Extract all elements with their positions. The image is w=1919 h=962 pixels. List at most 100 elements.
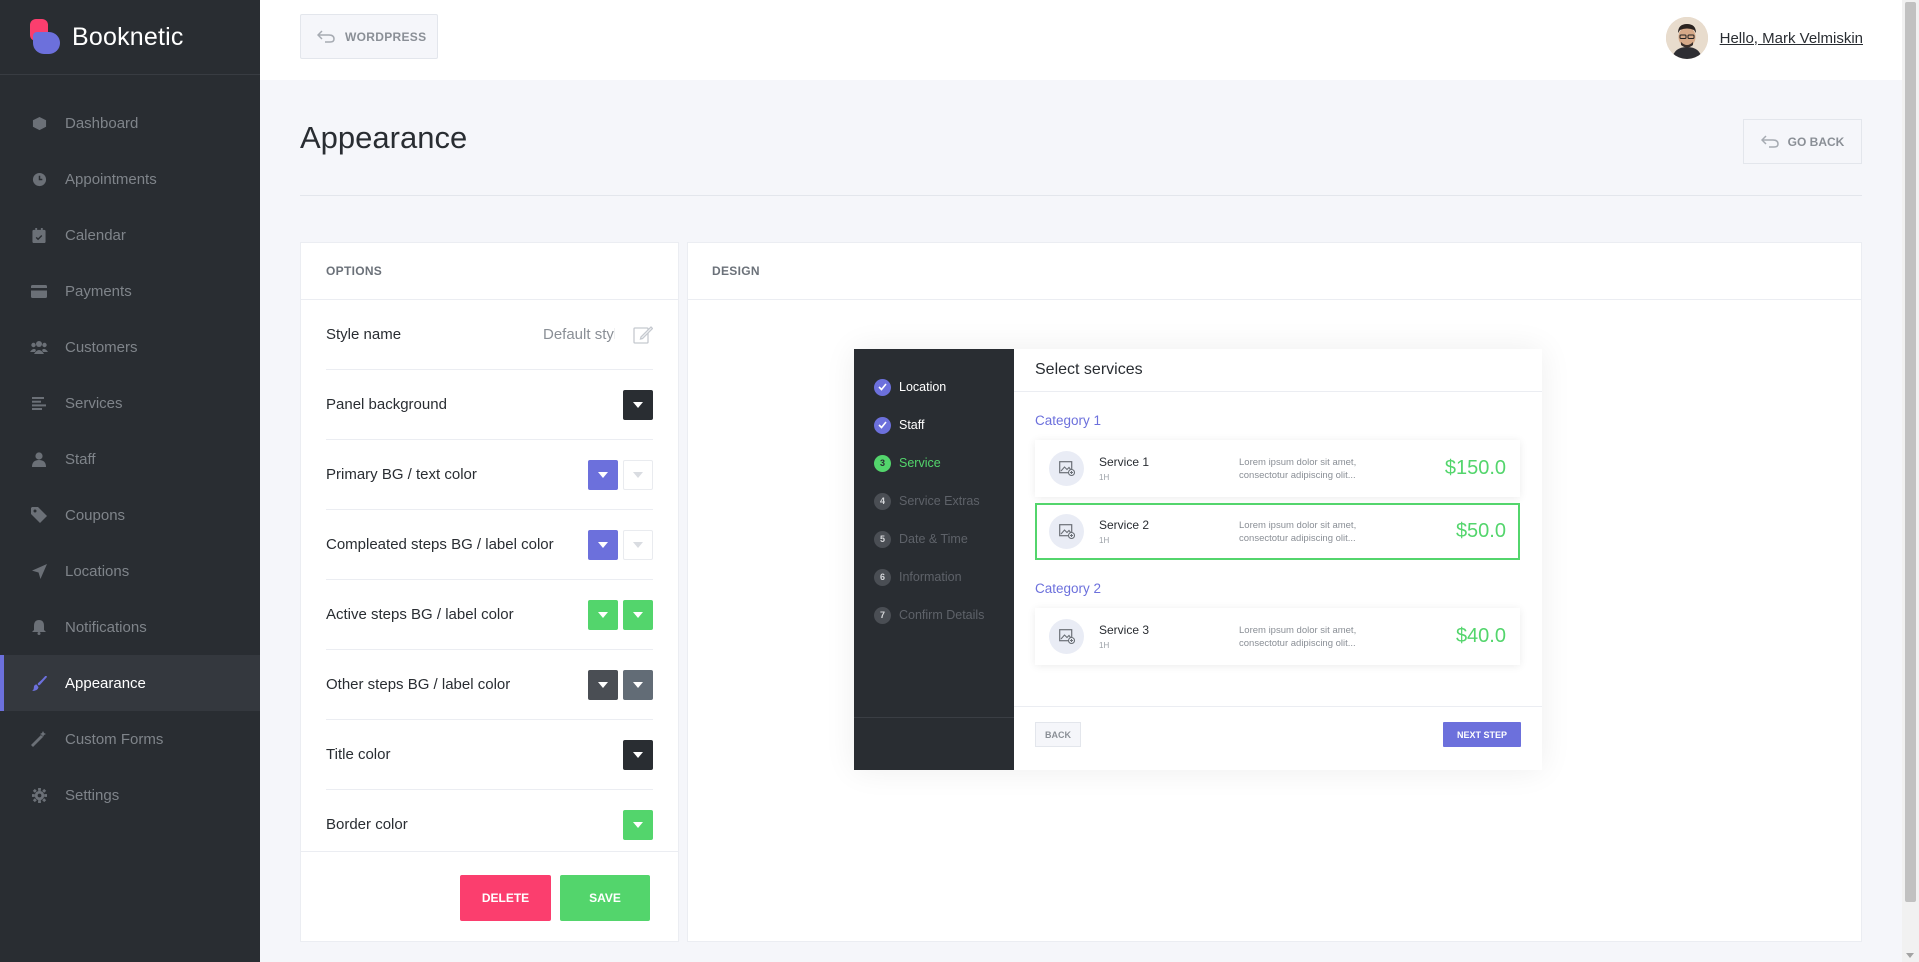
steps-divider [854,717,1014,718]
sidebar-item-appearance[interactable]: Appearance [0,655,260,711]
image-placeholder-icon [1049,451,1084,486]
service-duration: 1H [1099,536,1110,545]
sidebar-item-label: Notifications [65,618,147,636]
color-picker-text[interactable] [623,599,653,630]
sidebar-item-coupons[interactable]: Coupons [0,487,260,543]
user-greeting-link[interactable]: Hello, Mark Velmiskin [1720,30,1863,47]
step-number: 3 [874,454,891,472]
step-service-extras[interactable]: 4 Service Extras [854,482,1014,520]
back-arrow-icon [317,30,335,43]
sidebar-item-customers[interactable]: Customers [0,319,260,375]
wordpress-button[interactable]: WORDPRESS [300,14,438,59]
sidebar-item-label: Staff [65,450,96,468]
step-label: Location [899,380,947,394]
sidebar-item-notifications[interactable]: Notifications [0,599,260,655]
step-label: Service [899,456,941,470]
color-picker-bg[interactable] [588,529,618,560]
step-label: Date & Time [899,532,968,546]
service-name: Service 2 [1099,518,1150,532]
brand[interactable]: Booknetic [0,0,260,75]
back-arrow-icon [1760,135,1779,148]
sidebar-item-staff[interactable]: Staff [0,431,260,487]
wordpress-label: WORDPRESS [345,29,427,44]
booking-widget-preview: Location Staff 3 Service 4 Service Extra… [854,349,1542,770]
color-picker-bg[interactable] [588,599,618,630]
step-number: 7 [874,606,891,624]
brush-icon [30,674,48,692]
service-price: $150.0 [1444,457,1506,479]
option-row-completed-steps-color: Compleated steps BG / label color [326,510,653,580]
topbar: WORDPRESS Hello, Mark Velmiskin [260,0,1919,80]
option-label: Border color [326,816,408,833]
service-name: Service 1 [1099,455,1150,469]
sidebar-item-locations[interactable]: Locations [0,543,260,599]
sidebar-item-services[interactable]: Services [0,375,260,431]
service-price: $50.0 [1455,520,1506,542]
style-name-label: Style name [326,326,402,343]
color-picker-text[interactable] [623,669,653,700]
color-picker[interactable] [623,739,653,770]
sidebar-item-label: Payments [65,282,132,300]
step-date-time[interactable]: 5 Date & Time [854,520,1014,558]
option-row-active-steps-color: Active steps BG / label color [326,580,653,650]
page-scrollbar[interactable] [1902,0,1919,962]
design-header: DESIGN [688,243,1861,300]
next-step-button[interactable]: NEXT STEP [1443,722,1521,747]
user-menu[interactable]: Hello, Mark Velmiskin [1665,17,1863,59]
sidebar-item-calendar[interactable]: Calendar [0,207,260,263]
gear-icon [30,786,48,804]
option-label: Primary BG / text color [326,466,477,483]
service-card[interactable]: Service 1 1H Lorem ipsum dolor sit amet, c… [1035,440,1520,497]
step-number: 6 [874,568,891,586]
options-header: OPTIONS [301,243,678,300]
delete-button[interactable]: DELETE [460,875,551,921]
go-back-button[interactable]: GO BACK [1743,119,1862,164]
step-number: 4 [874,492,891,510]
sidebar-item-dashboard[interactable]: Dashboard [0,95,260,151]
style-name-value[interactable]: Default style [543,326,615,343]
avatar[interactable] [1665,17,1708,59]
color-picker-bg[interactable] [588,459,618,490]
sidebar-item-appointments[interactable]: Appointments [0,151,260,207]
services-step: Select services Category 1 Service 1 1H L… [1014,349,1542,770]
edit-icon[interactable] [633,325,653,344]
category-title: Category 1 [1035,413,1102,428]
service-card-selected[interactable]: Service 2 1H Lorem ipsum dolor sit amet, c… [1035,503,1520,560]
sidebar-item-custom-forms[interactable]: Custom Forms [0,711,260,767]
color-picker-text[interactable] [623,459,653,490]
back-button[interactable]: BACK [1035,722,1081,747]
color-picker[interactable] [623,809,653,840]
scroll-down-arrow-icon[interactable] [1906,953,1914,958]
step-label: Information [899,570,962,584]
sidebar-item-settings[interactable]: Settings [0,767,260,823]
service-description: Lorem ipsum dolor sit amet, consectotur a… [1239,456,1357,481]
go-back-label: GO BACK [1787,134,1845,149]
check-icon [874,416,891,434]
service-description: Lorem ipsum dolor sit amet, consectotur a… [1239,519,1357,544]
service-card[interactable]: Service 3 1H Lorem ipsum dolor sit amet, c… [1035,608,1520,665]
step-service[interactable]: 3 Service [854,444,1014,482]
option-label: Active steps BG / label color [326,606,514,623]
page-title: Appearance [300,120,468,155]
color-picker[interactable] [623,389,653,420]
color-picker-text[interactable] [623,529,653,560]
list-icon [30,394,48,412]
sidebar-item-label: Services [65,394,123,412]
save-button[interactable]: SAVE [560,875,650,921]
sidebar-item-label: Coupons [65,506,126,524]
users-icon [30,338,48,356]
option-label: Panel background [326,396,447,413]
scrollbar-thumb[interactable] [1905,2,1916,902]
options-list[interactable]: Style name Default style Panel backgroun… [301,300,678,857]
sidebar-item-label: Dashboard [65,114,139,132]
option-row-border-color: Border color [326,790,653,857]
check-icon [874,378,891,396]
step-confirm-details[interactable]: 7 Confirm Details [854,596,1014,634]
service-duration: 1H [1099,641,1110,650]
step-staff[interactable]: Staff [854,406,1014,444]
sidebar-item-payments[interactable]: Payments [0,263,260,319]
step-location[interactable]: Location [854,368,1014,406]
color-picker-bg[interactable] [588,669,618,700]
divider [300,195,1862,196]
step-information[interactable]: 6 Information [854,558,1014,596]
